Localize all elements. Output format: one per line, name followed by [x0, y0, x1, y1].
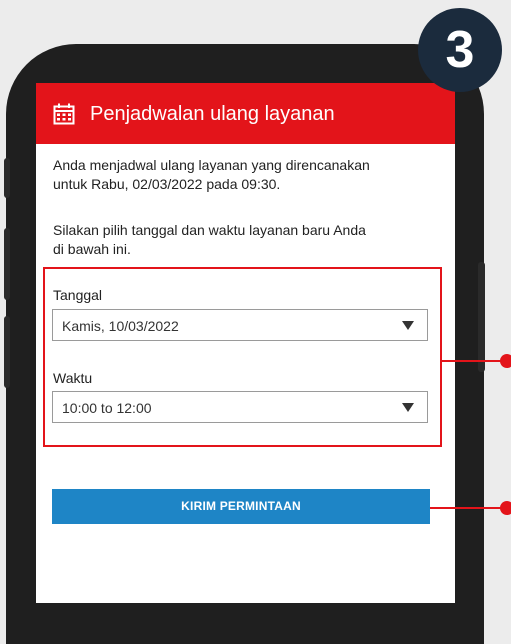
phone-power-button — [478, 262, 485, 372]
step-number-badge: 3 — [418, 8, 502, 92]
page-title: Penjadwalan ulang layanan — [90, 103, 335, 125]
phone-side-button-middle — [4, 228, 10, 300]
submit-request-button[interactable]: KIRIM PERMINTAAN — [52, 489, 430, 524]
callout-dot-button — [500, 501, 511, 515]
highlight-box — [43, 267, 442, 447]
callout-line-form — [442, 360, 504, 362]
callout-line-button — [430, 507, 504, 509]
phone-side-button-top — [4, 158, 10, 198]
intro-line-2: untuk Rabu, 02/03/2022 pada 09:30. — [53, 176, 281, 192]
app-header: Penjadwalan ulang layanan — [36, 83, 455, 144]
callout-dot-form — [500, 354, 511, 368]
calendar-icon — [53, 103, 75, 130]
instruction-line-1: Silakan pilih tanggal dan waktu layanan … — [53, 222, 366, 238]
instruction-text: Silakan pilih tanggal dan waktu layanan … — [53, 221, 366, 259]
phone-side-button-bottom — [4, 316, 10, 388]
instruction-line-2: di bawah ini. — [53, 241, 131, 257]
intro-text: Anda menjadwal ulang layanan yang direnc… — [53, 156, 370, 194]
intro-line-1: Anda menjadwal ulang layanan yang direnc… — [53, 157, 370, 173]
